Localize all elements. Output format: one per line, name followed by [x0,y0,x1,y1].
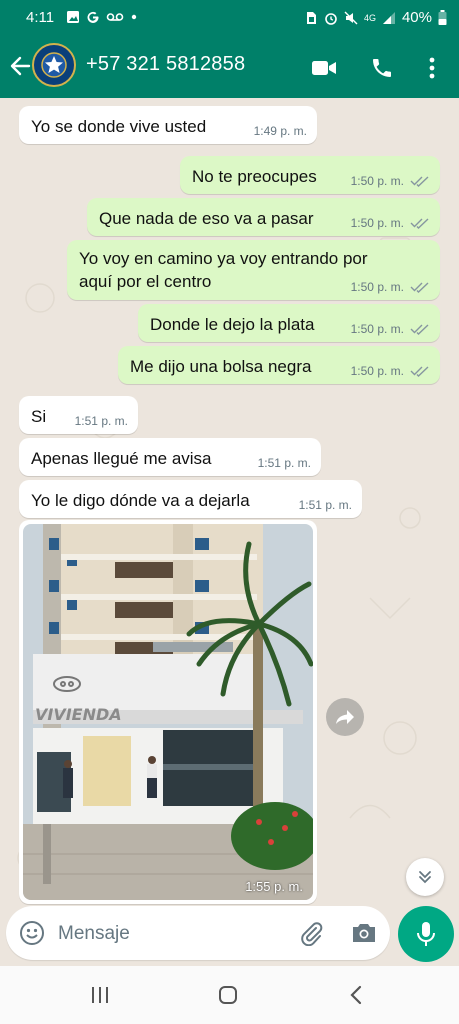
message-text: Que nada de eso va a pasar [99,209,314,228]
message-text: Si [31,407,47,426]
back-chevron-icon [350,985,362,1005]
chat-header: +57 321 5812858 [0,36,459,98]
image-message[interactable]: VIVIENDA 1:55 p. m. [19,520,317,904]
system-navigation-bar [0,966,459,1024]
emoji-icon [20,921,44,945]
message-text: Apenas llegué me avisa [31,449,212,468]
forward-button[interactable] [326,698,364,736]
back-arrow-icon [10,56,31,76]
forward-icon [336,710,354,724]
back-nav-button[interactable] [342,983,370,1007]
voice-call-button[interactable] [368,54,396,82]
message-bubble[interactable]: No te preocupes 1:50 p. m. [180,156,440,194]
attach-button[interactable] [298,920,324,947]
dot-icon [131,14,137,20]
contact-name[interactable]: +57 321 5812858 [86,53,245,76]
message-text: Donde le dejo la plata [150,315,315,334]
message-input[interactable] [56,918,290,950]
emoji-button[interactable] [19,920,45,946]
network-type: 4G [363,12,376,23]
message-bubble[interactable]: Si 1:51 p. m. [19,396,138,434]
read-ticks-icon [410,176,429,187]
read-ticks-icon [410,324,429,335]
message-text: Yo le digo dónde va a dejarla [31,491,250,510]
google-icon [87,11,99,23]
message-time: 1:51 p. m. [257,456,311,470]
phone-icon [373,59,391,77]
read-ticks-icon [410,218,429,229]
message-time: 1:49 p. m. [253,124,307,138]
more-options-button[interactable] [418,54,446,82]
battery-icon [438,10,447,25]
composer [0,906,459,966]
notification-icons [66,10,138,24]
voicemail-icon [106,13,124,21]
home-button[interactable] [214,983,242,1007]
message-text: Yo se donde vive usted [31,117,207,136]
home-icon [219,986,237,1004]
alarm-icon [325,12,337,25]
message-time: 1:55 p. m. [245,879,303,894]
status-time: 4:11 [26,9,55,26]
message-bubble[interactable]: Donde le dejo la plata 1:50 p. m. [138,304,440,342]
sim-icon [306,11,316,24]
message-text: Yo voy en camino ya voy entrando por aquí… [79,249,368,291]
message-text: Me dijo una bolsa negra [130,357,312,376]
avatar[interactable] [32,43,76,87]
building-illustration: VIVIENDA [23,524,313,900]
message-bubble[interactable]: Yo se donde vive usted 1:49 p. m. [19,106,317,144]
message-bubble[interactable]: Yo voy en camino ya voy entrando por aquí… [67,240,440,300]
voice-message-button[interactable] [398,906,454,962]
video-call-button[interactable] [310,54,338,82]
message-time: 1:50 p. m. [350,216,404,230]
recents-icon [92,987,108,1003]
message-time: 1:50 p. m. [350,280,404,294]
more-vert-icon [429,57,435,79]
back-button[interactable] [8,52,32,80]
message-bubble[interactable]: Que nada de eso va a pasar 1:50 p. m. [87,198,440,236]
message-time: 1:50 p. m. [350,174,404,188]
message-time: 1:51 p. m. [298,498,352,512]
message-bubble[interactable]: Apenas llegué me avisa 1:51 p. m. [19,438,321,476]
battery-percent: 40% [401,9,432,26]
signal-icon [382,11,395,24]
camera-icon [353,924,375,942]
scroll-to-bottom-button[interactable] [406,858,444,896]
gallery-icon [67,11,79,23]
message-input-box [6,906,390,960]
message-bubble[interactable]: Me dijo una bolsa negra 1:50 p. m. [118,346,440,384]
microphone-icon [417,922,435,946]
message-bubble[interactable]: Yo le digo dónde va a dejarla 1:51 p. m. [19,480,362,518]
chat-area[interactable]: Yo se donde vive usted 1:49 p. m. No te … [0,98,459,910]
mute-icon [344,11,358,24]
police-star-icon [41,52,67,78]
system-icons: 4G 40% [304,9,447,26]
read-ticks-icon [410,366,429,377]
double-chevron-down-icon [419,871,431,884]
recents-button[interactable] [86,983,114,1007]
message-text: No te preocupes [192,167,317,186]
video-call-icon [312,61,336,75]
message-time: 1:50 p. m. [350,364,404,378]
message-time: 1:50 p. m. [350,322,404,336]
status-bar: 4:11 4G 40% [0,0,459,36]
camera-button[interactable] [350,920,378,946]
photo-sign: VIVIENDA [35,705,122,724]
read-ticks-icon [410,282,429,293]
message-time: 1:51 p. m. [74,414,128,428]
building-photo[interactable]: VIVIENDA 1:55 p. m. [23,524,313,900]
paperclip-icon [301,922,323,947]
